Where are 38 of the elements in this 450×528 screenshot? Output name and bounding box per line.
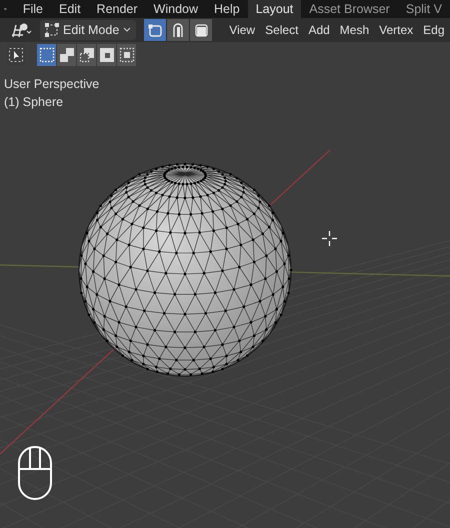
crosshair-cursor-icon — [322, 231, 337, 246]
edit-mode-icon — [44, 22, 60, 38]
extend-selection-icon — [58, 46, 76, 64]
vertex-select-mode-button[interactable] — [144, 19, 166, 41]
subtract-selection-button[interactable] — [77, 44, 96, 66]
menu-item[interactable]: Help — [206, 0, 248, 18]
mode-dropdown[interactable]: Edit Mode — [40, 20, 136, 40]
object-name-label: (1) Sphere — [4, 94, 64, 111]
extend-selection-button[interactable] — [57, 44, 76, 66]
vertex-mode-icon — [146, 22, 164, 38]
intersect-selection-icon — [118, 46, 136, 64]
menu-item[interactable]: Mesh — [334, 23, 374, 37]
menu-item[interactable]: Edit — [51, 0, 89, 18]
difference-selection-icon — [98, 46, 116, 64]
menu-item[interactable]: Add — [303, 23, 335, 37]
workspace-tab[interactable]: Split V — [398, 0, 450, 18]
face-select-mode-button[interactable] — [190, 19, 212, 41]
menu-item[interactable]: Vertex — [374, 23, 418, 37]
workspace-tab[interactable]: Asset Browser — [301, 0, 398, 18]
menu-item[interactable]: Edg — [418, 23, 450, 37]
workspace-tab[interactable]: Layout — [248, 0, 302, 18]
difference-selection-button[interactable] — [97, 44, 116, 66]
view-name-label: User Perspective — [4, 76, 100, 93]
new-selection-icon — [38, 46, 56, 64]
mouse-icon — [17, 445, 53, 501]
viewport-editor-icon — [10, 22, 32, 38]
edge-select-mode-button[interactable] — [167, 19, 190, 41]
menu-item[interactable]: File — [14, 0, 51, 18]
new-selection-button[interactable] — [37, 44, 56, 66]
menu-item[interactable]: Select — [260, 23, 304, 37]
menu-item[interactable]: Render — [88, 0, 146, 18]
menu-item[interactable]: Window — [146, 0, 206, 18]
menu-item[interactable]: View — [224, 23, 260, 37]
caret-icon — [122, 26, 132, 34]
select-box-icon — [8, 47, 24, 63]
subtract-selection-icon — [78, 46, 96, 64]
intersect-selection-button[interactable] — [117, 44, 136, 66]
face-mode-icon — [192, 22, 210, 38]
